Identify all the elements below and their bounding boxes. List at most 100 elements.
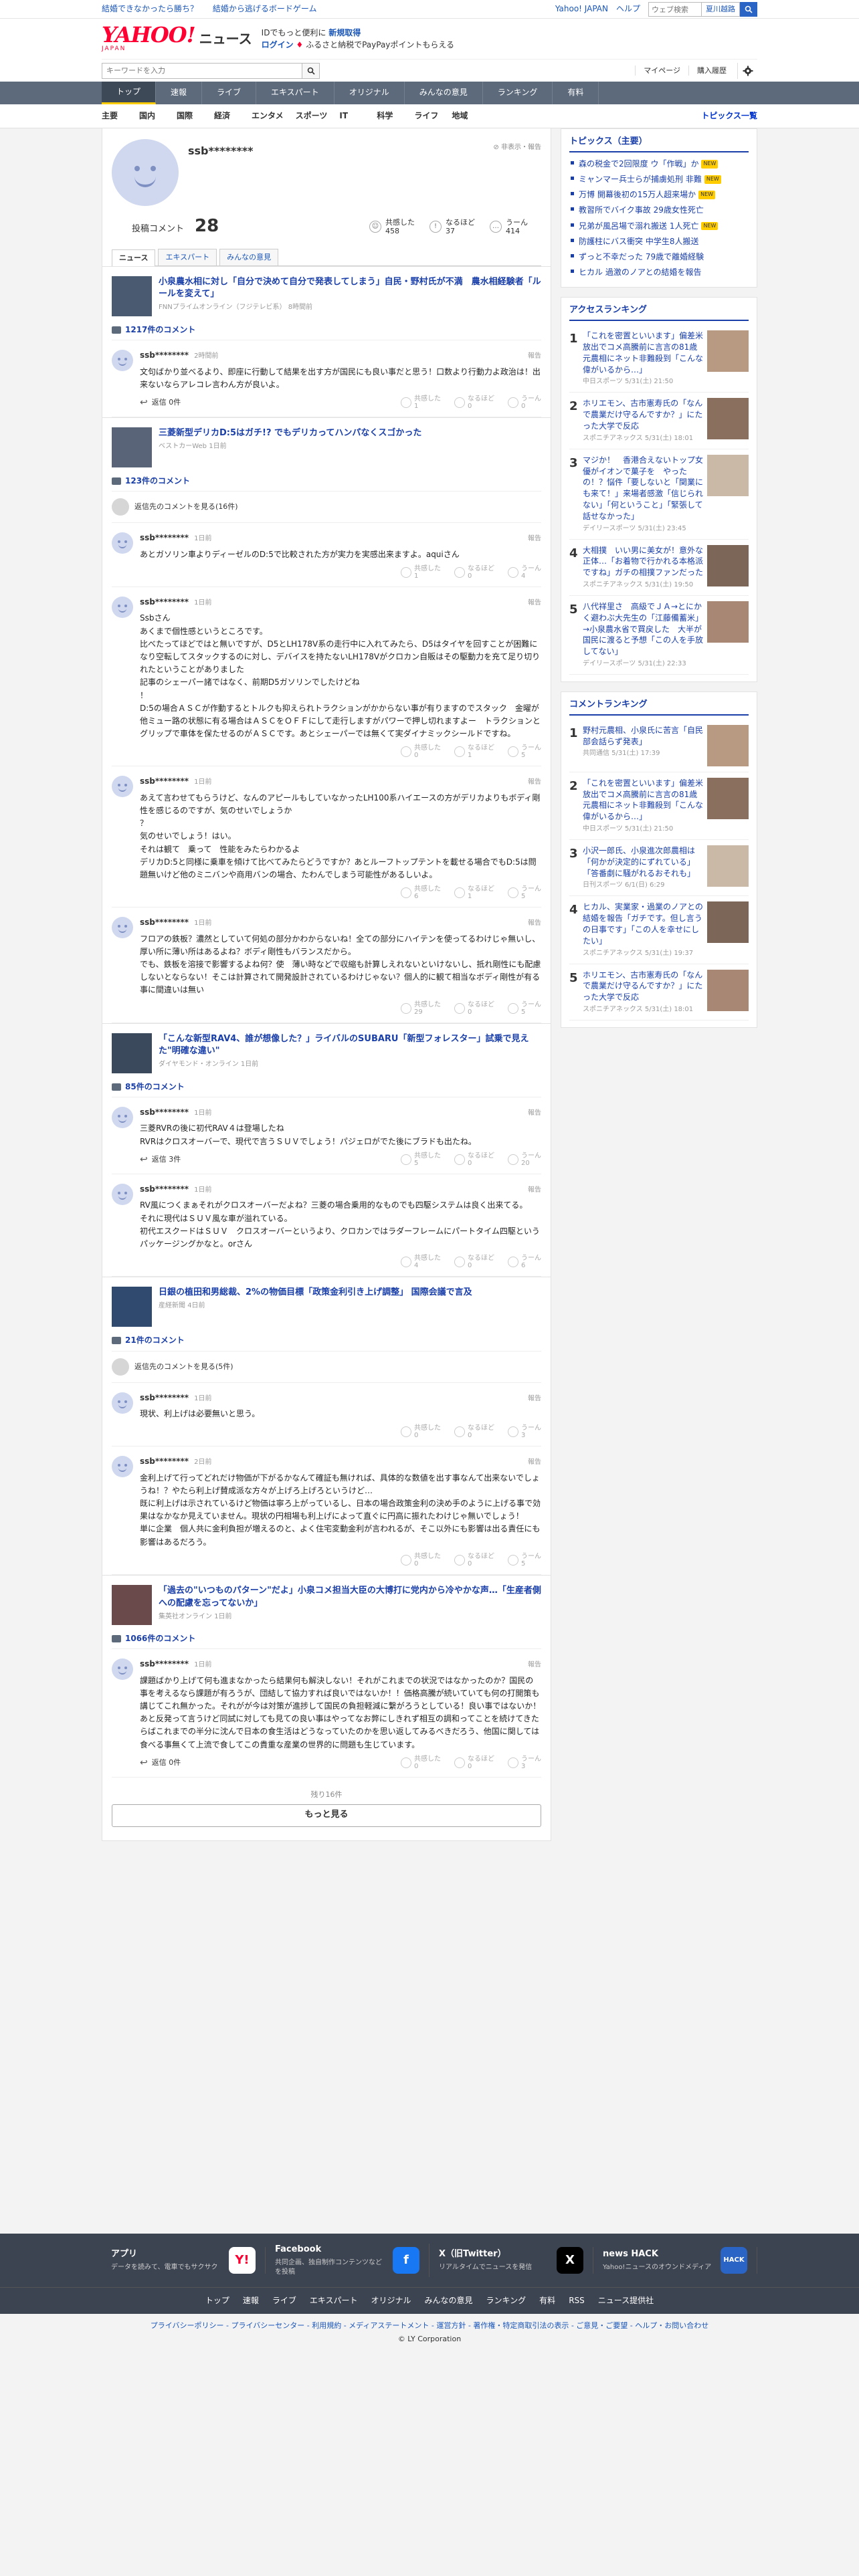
report-link[interactable]: 報告 bbox=[528, 599, 541, 609]
access-ranking-item[interactable]: 4 大相撲 いい男に美女が！意外な正体…「お着物で行かれる本格派ですね」ガチの相撲… bbox=[569, 540, 749, 596]
footer-link-6[interactable]: ランキング bbox=[486, 2295, 527, 2306]
comment-user[interactable]: ssb******** bbox=[140, 918, 189, 927]
vote-button[interactable]: うーん 3 bbox=[508, 1424, 541, 1439]
vote-button[interactable]: うーん 4 bbox=[508, 565, 541, 580]
vote-button[interactable]: 共感した 5 bbox=[401, 1152, 441, 1167]
settings-button[interactable] bbox=[737, 62, 757, 79]
article-thumbnail[interactable] bbox=[112, 1287, 152, 1327]
vote-button[interactable]: 共感した 0 bbox=[401, 1424, 441, 1439]
footer-link-5[interactable]: みんなの意見 bbox=[425, 2295, 473, 2306]
load-more-button[interactable]: もっと見る bbox=[112, 1804, 541, 1827]
signup-link[interactable]: 新規取得 bbox=[328, 28, 361, 37]
article-comment-count[interactable]: 123件のコメント bbox=[112, 475, 541, 492]
vote-button[interactable]: 共感した 6 bbox=[401, 885, 441, 900]
news-search-input[interactable] bbox=[102, 62, 302, 79]
topic-item[interactable]: 万博 開幕後初の15万人超来場か NEW bbox=[569, 187, 749, 203]
vote-button[interactable]: うーん 5 bbox=[508, 744, 541, 759]
yahoo-top-link[interactable]: Yahoo! JAPAN bbox=[555, 3, 608, 15]
location-label[interactable]: 夏川越路 bbox=[702, 2, 740, 17]
promo-link-1[interactable]: 結婚できなかったら勝ち？ bbox=[102, 4, 198, 13]
article-thumbnail[interactable] bbox=[112, 427, 152, 467]
vote-button[interactable]: 共感した 1 bbox=[401, 395, 441, 410]
vote-button[interactable]: なるほど 0 bbox=[454, 1755, 494, 1770]
article-comment-count[interactable]: 21件のコメント bbox=[112, 1335, 541, 1352]
vote-button[interactable]: なるほど 0 bbox=[454, 1152, 494, 1167]
category-link-3[interactable]: 経済 bbox=[214, 110, 252, 122]
purchase-history-link[interactable]: 購入履歴 bbox=[688, 65, 735, 76]
topic-item[interactable]: ミャンマー兵士らが捕虜処刑 非難 NEW bbox=[569, 172, 749, 187]
reply-button[interactable]: ↩ 返信 3件 bbox=[140, 1153, 181, 1166]
report-link[interactable]: 報告 bbox=[528, 778, 541, 788]
furusato-message[interactable]: ふるさと納税でPayPayポイントもらえる bbox=[306, 40, 454, 49]
vote-button[interactable]: うーん 5 bbox=[508, 1553, 541, 1568]
tab-1[interactable]: エキスパート bbox=[158, 248, 217, 265]
login-link[interactable]: ログイン bbox=[262, 40, 294, 49]
article-title[interactable]: 「過去の"いつものパターン"だよ」小泉コメ担当大臣の大博打に党内から冷やかな声…… bbox=[159, 1585, 541, 1610]
article-comment-count[interactable]: 85件のコメント bbox=[112, 1081, 541, 1097]
footer-app[interactable]: news HACK Yahoo!ニュースのオウンドメディア HACK bbox=[593, 2247, 757, 2274]
comment-user[interactable]: ssb******** bbox=[140, 776, 189, 786]
comment-user[interactable]: ssb******** bbox=[140, 1184, 189, 1194]
report-link[interactable]: 報告 bbox=[528, 919, 541, 929]
vote-button[interactable]: なるほど 0 bbox=[454, 565, 494, 580]
nav-tab-2[interactable]: ライブ bbox=[202, 82, 257, 104]
article-thumbnail[interactable] bbox=[112, 1584, 152, 1625]
comment-user[interactable]: ssb******** bbox=[140, 1107, 189, 1117]
topic-item[interactable]: ヒカル 過激のノアとの結婚を報告 bbox=[569, 265, 749, 280]
footer-link-8[interactable]: RSS bbox=[569, 2295, 585, 2306]
tab-2[interactable]: みんなの意見 bbox=[219, 248, 279, 265]
vote-button[interactable]: なるほど 0 bbox=[454, 1001, 494, 1016]
article-thumbnail[interactable] bbox=[112, 276, 152, 316]
article-comment-count[interactable]: 1217件のコメント bbox=[112, 324, 541, 341]
nav-tab-5[interactable]: みんなの意見 bbox=[405, 82, 483, 104]
topic-item[interactable]: ずっと不幸だった 79歳で離婚経験 bbox=[569, 249, 749, 265]
category-link-7[interactable]: 科学 bbox=[377, 110, 414, 122]
comment-user[interactable]: ssb******** bbox=[140, 1457, 189, 1466]
category-link-8[interactable]: ライフ bbox=[414, 110, 452, 122]
vote-button[interactable]: 共感した 0 bbox=[401, 744, 441, 759]
nav-tab-4[interactable]: オリジナル bbox=[335, 82, 405, 104]
vote-button[interactable]: うーん 3 bbox=[508, 1755, 541, 1770]
vote-button[interactable]: うーん 0 bbox=[508, 395, 541, 410]
web-search-input[interactable] bbox=[648, 2, 702, 17]
article-comment-count[interactable]: 1066件のコメント bbox=[112, 1633, 541, 1650]
comment-user[interactable]: ssb******** bbox=[140, 597, 189, 607]
topic-item[interactable]: 教習所でバイク事故 29歳女性死亡 bbox=[569, 203, 749, 218]
vote-button[interactable]: なるほど 0 bbox=[454, 395, 494, 410]
parent-comment-link[interactable]: 返信先のコメントを見る(16件) bbox=[112, 492, 541, 524]
yahoo-news-logo[interactable]: YAHOO! JAPAN ニュース bbox=[102, 24, 252, 53]
help-link[interactable]: ヘルプ bbox=[616, 3, 640, 15]
reply-button[interactable]: ↩ 返信 0件 bbox=[140, 396, 181, 409]
vote-button[interactable]: 共感した 1 bbox=[401, 565, 441, 580]
vote-button[interactable]: なるほど 0 bbox=[454, 1553, 494, 1568]
category-link-1[interactable]: 国内 bbox=[139, 110, 177, 122]
footer-app[interactable]: アプリ データを読みて、電車でもサクサク Y! bbox=[102, 2247, 266, 2274]
article-title[interactable]: 三菱新型デリカD:5はガチ!? でもデリカってハンパなくスゴかった bbox=[159, 427, 421, 440]
article-title[interactable]: 「こんな新型RAV4、誰が想像した？」ライバルのSUBARU「新型フォレスター」… bbox=[159, 1033, 541, 1059]
report-link[interactable]: 報告 bbox=[528, 352, 541, 362]
comment-ranking-item[interactable]: 5 ホリエモン、古市憲寿氏の「なんで農業だけ守るんですか？」にたった大学で反応 スポ… bbox=[569, 964, 749, 1021]
vote-button[interactable]: なるほど 1 bbox=[454, 744, 494, 759]
parent-comment-link[interactable]: 返信先のコメントを見る(5件) bbox=[112, 1352, 541, 1383]
topic-item[interactable]: 兄弟が風呂場で溺れ搬送 1人死亡 NEW bbox=[569, 219, 749, 234]
vote-button[interactable]: うーん 5 bbox=[508, 885, 541, 900]
nav-tab-3[interactable]: エキスパート bbox=[256, 82, 335, 104]
vote-button[interactable]: なるほど 0 bbox=[454, 1255, 494, 1269]
vote-button[interactable]: 共感した 4 bbox=[401, 1255, 441, 1269]
category-link-9[interactable]: 地域 bbox=[452, 110, 489, 122]
topic-item[interactable]: 防護柱にバス衝突 中学生8人搬送 bbox=[569, 234, 749, 249]
topic-item[interactable]: 森の税金で2回限度 ウ「作戦」か NEW bbox=[569, 156, 749, 172]
category-link-4[interactable]: エンタメ bbox=[252, 110, 296, 122]
footer-link-7[interactable]: 有料 bbox=[539, 2295, 555, 2306]
tab-0[interactable]: ニュース bbox=[112, 249, 156, 266]
topics-list-link[interactable]: トピックス一覧 bbox=[701, 110, 757, 122]
report-link[interactable]: 報告 bbox=[528, 1186, 541, 1196]
reply-button[interactable]: ↩ 返信 0件 bbox=[140, 1756, 181, 1769]
category-link-5[interactable]: スポーツ bbox=[296, 110, 340, 122]
footer-link-1[interactable]: 速報 bbox=[243, 2295, 259, 2306]
report-link[interactable]: 報告 bbox=[528, 534, 541, 544]
comment-ranking-item[interactable]: 3 小沢一郎氏、小泉進次郎農相は「何かが決定的にずれている」「答番劇に騒がれるおそ… bbox=[569, 840, 749, 897]
nav-tab-7[interactable]: 有料 bbox=[553, 82, 599, 104]
report-link[interactable]: 報告 bbox=[528, 1458, 541, 1468]
report-link[interactable]: 報告 bbox=[528, 1394, 541, 1404]
